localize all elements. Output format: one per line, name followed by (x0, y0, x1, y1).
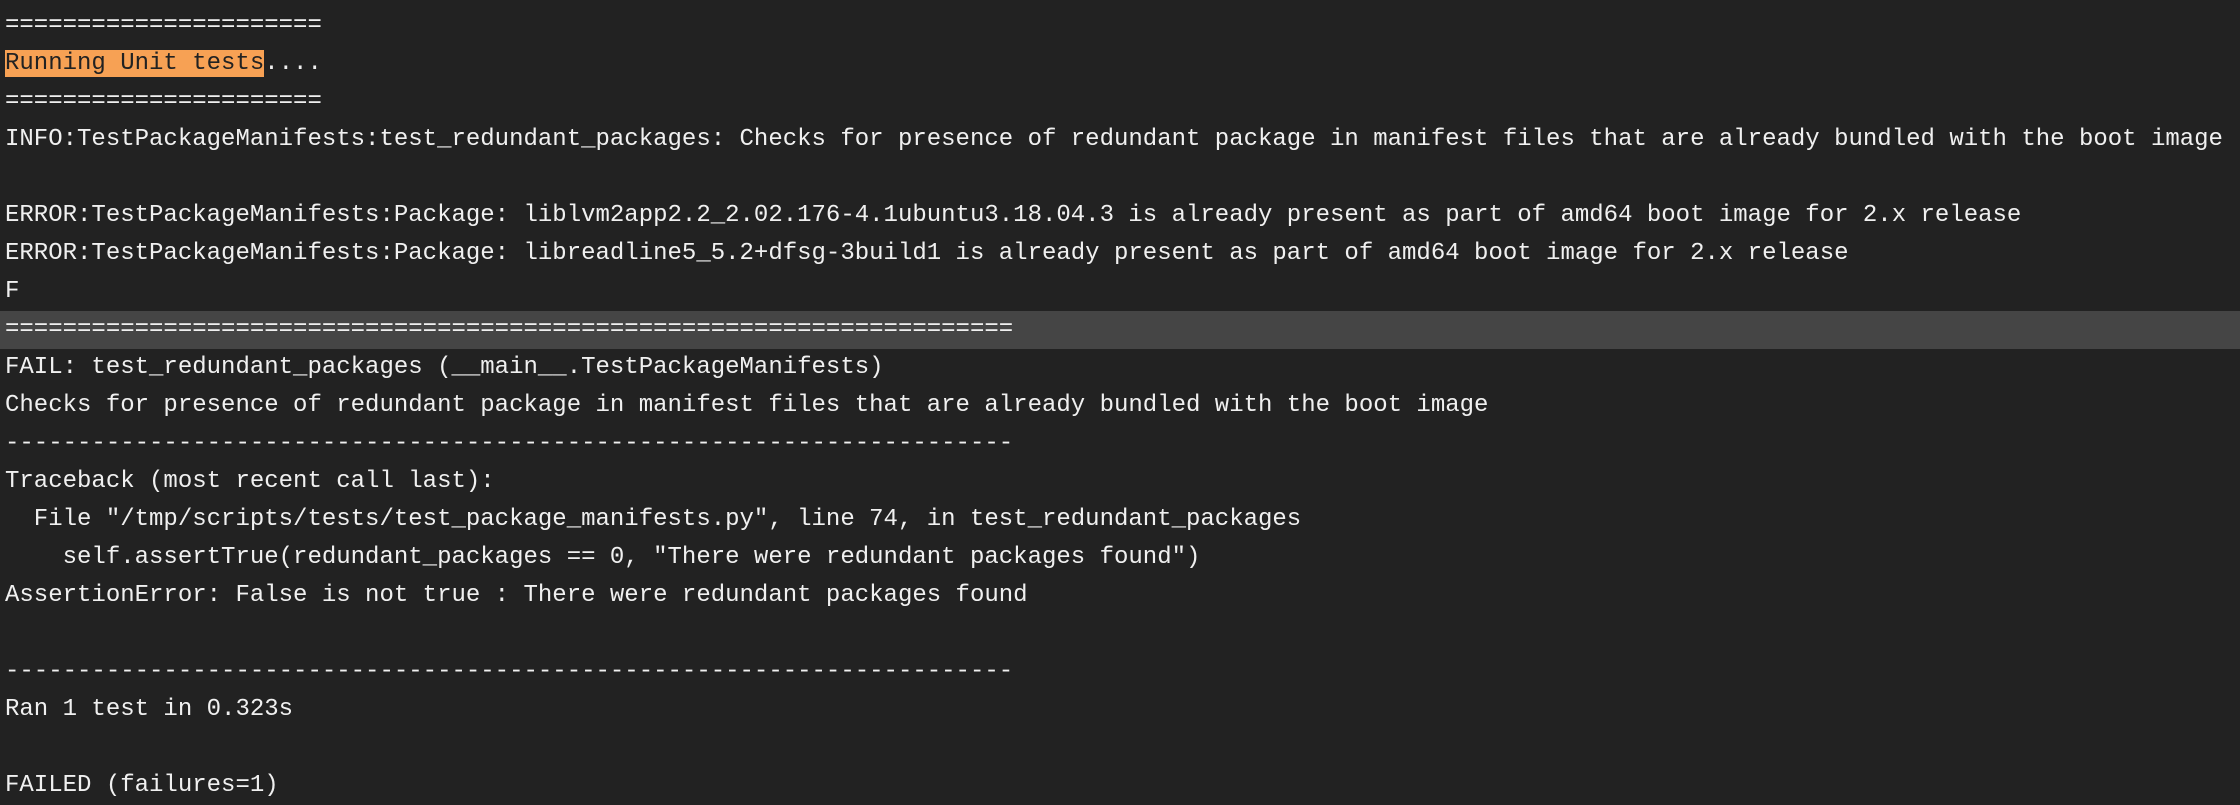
test-summary-line: Ran 1 test in 0.323s (5, 696, 294, 723)
selected-separator-line: ========================================… (0, 311, 2240, 349)
error-log-line: ERROR:TestPackageManifests:Package: libl… (5, 202, 2022, 229)
error-log-line: ERROR:TestPackageManifests:Package: libr… (5, 240, 1849, 267)
separator-line: ====================== (5, 12, 322, 39)
assertion-error-line: AssertionError: False is not true : Ther… (5, 582, 1028, 609)
final-status-line: FAILED (failures=1) (5, 772, 279, 799)
test-result-marker: F (5, 278, 20, 305)
dash-separator-line: ----------------------------------------… (5, 658, 1014, 685)
terminal-output[interactable]: ====================== Running Unit test… (0, 7, 2240, 805)
ellipsis-text: .... (264, 50, 322, 77)
dash-separator-line: ----------------------------------------… (5, 430, 1014, 457)
traceback-header-line: Traceback (most recent call last): (5, 468, 495, 495)
search-highlight: Running Unit tests (5, 50, 265, 77)
test-description-line: Checks for presence of redundant package… (5, 392, 1489, 419)
traceback-code-line: self.assertTrue(redundant_packages == 0,… (5, 544, 1201, 571)
traceback-file-line: File "/tmp/scripts/tests/test_package_ma… (5, 506, 1302, 533)
info-log-line: INFO:TestPackageManifests:test_redundant… (5, 126, 2223, 153)
fail-header-line: FAIL: test_redundant_packages (__main__.… (5, 354, 884, 381)
separator-line: ====================== (5, 88, 322, 115)
running-unit-tests-line: Running Unit tests.... (0, 45, 2240, 83)
